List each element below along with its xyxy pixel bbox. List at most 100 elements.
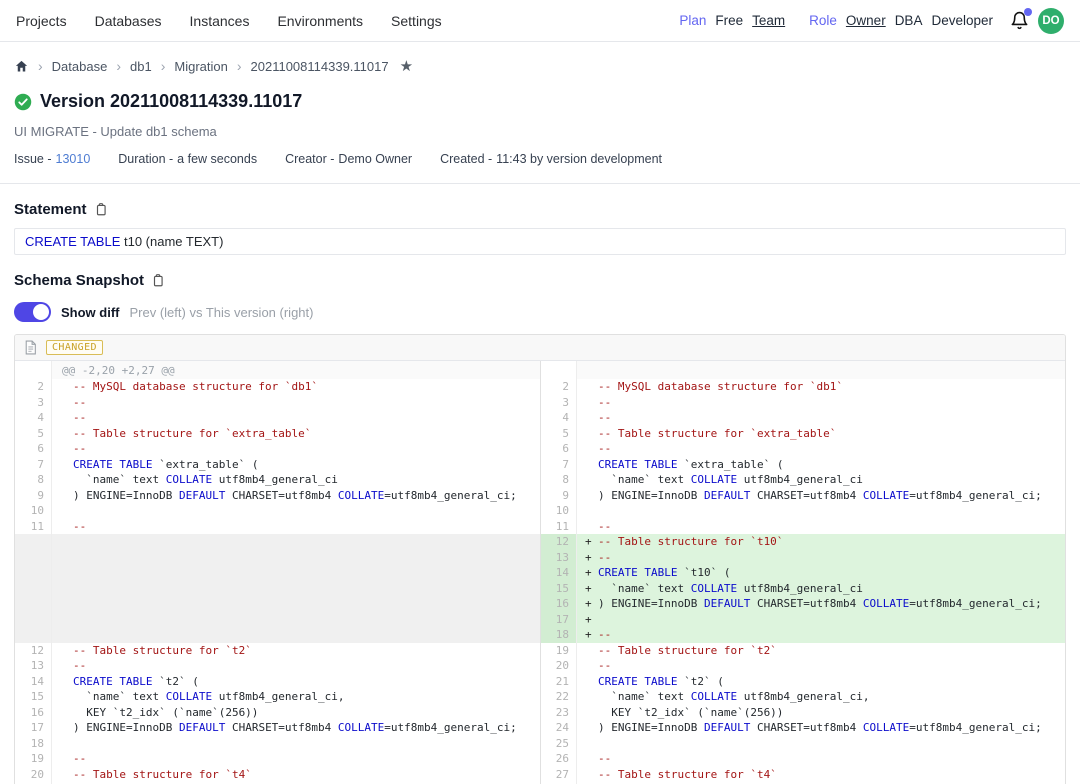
code-line-left [52, 565, 540, 581]
notification-bell-icon[interactable] [1010, 11, 1029, 30]
nav-item-settings[interactable]: Settings [391, 13, 442, 29]
copy-statement-icon[interactable] [94, 202, 108, 217]
code-line-right: +CREATE TABLE `t10` ( [577, 565, 1065, 581]
line-number-right: 10 [540, 503, 577, 519]
line-number-left: 2 [15, 379, 52, 395]
nav-right-cluster: Plan Free Team Role Owner DBA Developer … [679, 8, 1064, 34]
plan-label: Plan [679, 13, 706, 28]
line-number-left [15, 534, 52, 550]
home-icon[interactable] [14, 59, 29, 74]
diff-row-context: 5-- Table structure for `extra_table`5--… [15, 426, 1065, 442]
code-line-right: +) ENGINE=InnoDB DEFAULT CHARSET=utf8mb4… [577, 596, 1065, 612]
line-number-right: 3 [540, 395, 577, 411]
hunk-header: @@ -2,20 +2,27 @@ [52, 361, 540, 379]
role-developer[interactable]: Developer [931, 13, 993, 28]
code-line-right: `name` text COLLATE utf8mb4_general_ci [577, 472, 1065, 488]
main-menu: Projects Databases Instances Environments Se… [16, 13, 442, 29]
diff-row-context: 11--11-- [15, 519, 1065, 535]
breadcrumb-item-2[interactable]: db1 [130, 59, 152, 74]
code-line-left [52, 534, 540, 550]
code-line-right: -- Table structure for `t2` [577, 643, 1065, 659]
code-line-left: -- [52, 519, 540, 535]
line-number-right: 14 [540, 565, 577, 581]
line-number-left: 3 [15, 395, 52, 411]
code-line-left [52, 612, 540, 628]
line-number-left: 8 [15, 472, 52, 488]
code-line-right: -- [577, 751, 1065, 767]
line-number-left [15, 627, 52, 643]
line-number-left: 6 [15, 441, 52, 457]
meta-item: Issue -13010 [14, 152, 90, 166]
code-line-right: +-- [577, 627, 1065, 643]
meta-item: Created -11:43 by version development [440, 152, 662, 166]
nav-item-projects[interactable]: Projects [16, 13, 67, 29]
nav-item-databases[interactable]: Databases [95, 13, 162, 29]
breadcrumb-item-3[interactable]: Migration [174, 59, 227, 74]
breadcrumb-separator: › [237, 58, 242, 74]
copy-snapshot-icon[interactable] [151, 273, 165, 288]
line-number-right: 23 [540, 705, 577, 721]
line-number-left: 13 [15, 658, 52, 674]
role-owner-link[interactable]: Owner [846, 13, 886, 28]
nav-item-instances[interactable]: Instances [190, 13, 250, 29]
favorite-star-icon[interactable]: ★ [400, 57, 413, 75]
show-diff-label: Show diff [61, 305, 120, 320]
diff-row-context: 20-- Table structure for `t4`27-- Table … [15, 767, 1065, 783]
diff-row-added: 13+-- [15, 550, 1065, 566]
diff-row-context: 8 `name` text COLLATE utf8mb4_general_ci… [15, 472, 1065, 488]
plan-team-link[interactable]: Team [752, 13, 785, 28]
success-check-icon [14, 93, 32, 111]
line-number-right: 27 [540, 767, 577, 783]
diff-row-context: 17) ENGINE=InnoDB DEFAULT CHARSET=utf8mb… [15, 720, 1065, 736]
line-number-right: 24 [540, 720, 577, 736]
code-line-right: + [577, 612, 1065, 628]
line-number-left: 15 [15, 689, 52, 705]
breadcrumb-separator: › [161, 58, 166, 74]
role-dba[interactable]: DBA [895, 13, 923, 28]
diff-row-context: 15 `name` text COLLATE utf8mb4_general_c… [15, 689, 1065, 705]
code-line-left: CREATE TABLE `t2` ( [52, 674, 540, 690]
line-number-right: 12 [540, 534, 577, 550]
code-line-left: -- [52, 395, 540, 411]
line-number-right: 8 [540, 472, 577, 488]
show-diff-row: Show diff Prev (left) vs This version (r… [14, 302, 1066, 322]
code-line-left [52, 550, 540, 566]
diff-row-added: 14+CREATE TABLE `t10` ( [15, 565, 1065, 581]
toggle-knob [33, 304, 49, 320]
line-number-right: 25 [540, 736, 577, 752]
diff-row-context: 12-- Table structure for `t2`19-- Table … [15, 643, 1065, 659]
nav-item-environments[interactable]: Environments [277, 13, 363, 29]
diff-row-context: 3--3-- [15, 395, 1065, 411]
meta-item: Creator -Demo Owner [285, 152, 412, 166]
diff-table: 2-- MySQL database structure for `db1`2-… [15, 379, 1065, 784]
line-number-right: 9 [540, 488, 577, 504]
diff-row-context: 7CREATE TABLE `extra_table` (7CREATE TAB… [15, 457, 1065, 473]
user-avatar[interactable]: DO [1038, 8, 1064, 34]
code-line-right: KEY `t2_idx` (`name`(256)) [577, 705, 1065, 721]
section-divider [0, 183, 1080, 184]
code-line-left: -- MySQL database structure for `db1` [52, 379, 540, 395]
show-diff-toggle[interactable] [14, 302, 51, 322]
code-line-left [52, 581, 540, 597]
line-number-right: 19 [540, 643, 577, 659]
line-number-right: 26 [540, 751, 577, 767]
statement-heading: Statement [14, 201, 87, 218]
breadcrumb-separator: › [38, 58, 43, 74]
line-number-left: 10 [15, 503, 52, 519]
role-label: Role [809, 13, 837, 28]
breadcrumb-separator: › [116, 58, 121, 74]
issue-link[interactable]: 13010 [56, 152, 91, 166]
diff-row-context: 1825 [15, 736, 1065, 752]
code-line-left [52, 596, 540, 612]
meta-value: 11:43 by version development [496, 152, 662, 166]
diff-row-context: 2-- MySQL database structure for `db1`2-… [15, 379, 1065, 395]
code-line-left: -- Table structure for `t2` [52, 643, 540, 659]
meta-value: Demo Owner [338, 152, 412, 166]
breadcrumb-item-1[interactable]: Database [52, 59, 108, 74]
plan-value: Free [715, 13, 743, 28]
meta-value: a few seconds [177, 152, 257, 166]
code-line-right: -- [577, 658, 1065, 674]
code-line-right: +-- [577, 550, 1065, 566]
changed-badge: CHANGED [46, 340, 103, 355]
code-line-right: -- [577, 395, 1065, 411]
